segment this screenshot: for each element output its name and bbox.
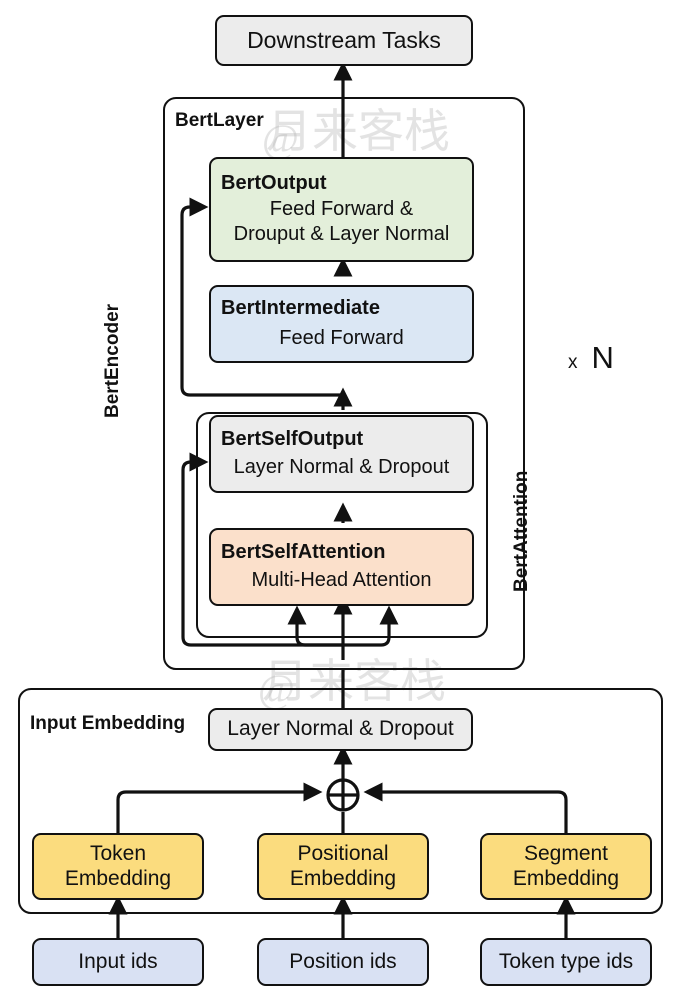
node-input-ids[interactable]: Input ids xyxy=(32,938,204,986)
group-label-input-embedding: Input Embedding xyxy=(28,713,188,735)
group-label-bert-encoder: BertEncoder xyxy=(102,303,123,418)
group-label-bert-layer: BertLayer xyxy=(173,110,266,132)
node-input-ids-label: Input ids xyxy=(78,949,158,973)
node-segment-embedding[interactable]: Segment Embedding xyxy=(480,833,652,900)
node-bert-self-output-title: BertSelfOutput xyxy=(221,428,364,451)
node-token-type-ids[interactable]: Token type ids xyxy=(480,938,652,986)
node-positional-embedding-line2: Embedding xyxy=(289,866,397,890)
node-token-type-ids-label: Token type ids xyxy=(498,949,634,973)
node-token-embedding[interactable]: Token Embedding xyxy=(32,833,204,900)
node-bert-self-attention[interactable]: BertSelfAttention Multi-Head Attention xyxy=(209,528,474,606)
diagram-canvas: 月来客栈 @ 月来客栈 @ BertEncoder BertLayer Bert… xyxy=(0,0,680,1000)
node-embedding-layer-norm[interactable]: Layer Normal & Dropout xyxy=(208,708,473,751)
node-token-embedding-line2: Embedding xyxy=(64,866,172,890)
node-bert-self-output-subtitle: Layer Normal & Dropout xyxy=(233,456,450,478)
node-bert-output-subtitle-line1: Feed Forward & xyxy=(269,197,414,220)
node-bert-self-attention-subtitle: Multi-Head Attention xyxy=(251,569,432,591)
node-downstream-tasks[interactable]: Downstream Tasks xyxy=(215,15,473,66)
node-position-ids[interactable]: Position ids xyxy=(257,938,429,986)
node-bert-intermediate-subtitle: Feed Forward xyxy=(279,327,404,349)
node-bert-output[interactable]: BertOutput Feed Forward & Drouput & Laye… xyxy=(209,157,474,262)
node-position-ids-label: Position ids xyxy=(289,949,397,973)
node-downstream-tasks-label: Downstream Tasks xyxy=(247,26,441,53)
node-bert-intermediate[interactable]: BertIntermediate Feed Forward xyxy=(209,285,474,363)
node-positional-embedding-line1: Positional xyxy=(297,841,389,865)
node-bert-output-title: BertOutput xyxy=(221,172,327,195)
node-bert-output-subtitle-line2: Drouput & Layer Normal xyxy=(233,223,450,246)
node-positional-embedding[interactable]: Positional Embedding xyxy=(257,833,429,900)
repeat-count-label: N xyxy=(591,340,614,375)
group-label-bert-attention: BertAttention xyxy=(511,470,532,592)
node-bert-self-attention-title: BertSelfAttention xyxy=(221,541,386,564)
node-embedding-layer-norm-label: Layer Normal & Dropout xyxy=(227,717,454,741)
node-bert-intermediate-title: BertIntermediate xyxy=(221,297,380,320)
repeat-multiplier-symbol: x xyxy=(568,352,578,373)
repeat-annotation: xN xyxy=(568,340,614,376)
node-segment-embedding-line2: Embedding xyxy=(512,866,620,890)
node-segment-embedding-line1: Segment xyxy=(523,841,609,865)
node-bert-self-output[interactable]: BertSelfOutput Layer Normal & Dropout xyxy=(209,415,474,493)
node-token-embedding-line1: Token xyxy=(89,841,147,865)
